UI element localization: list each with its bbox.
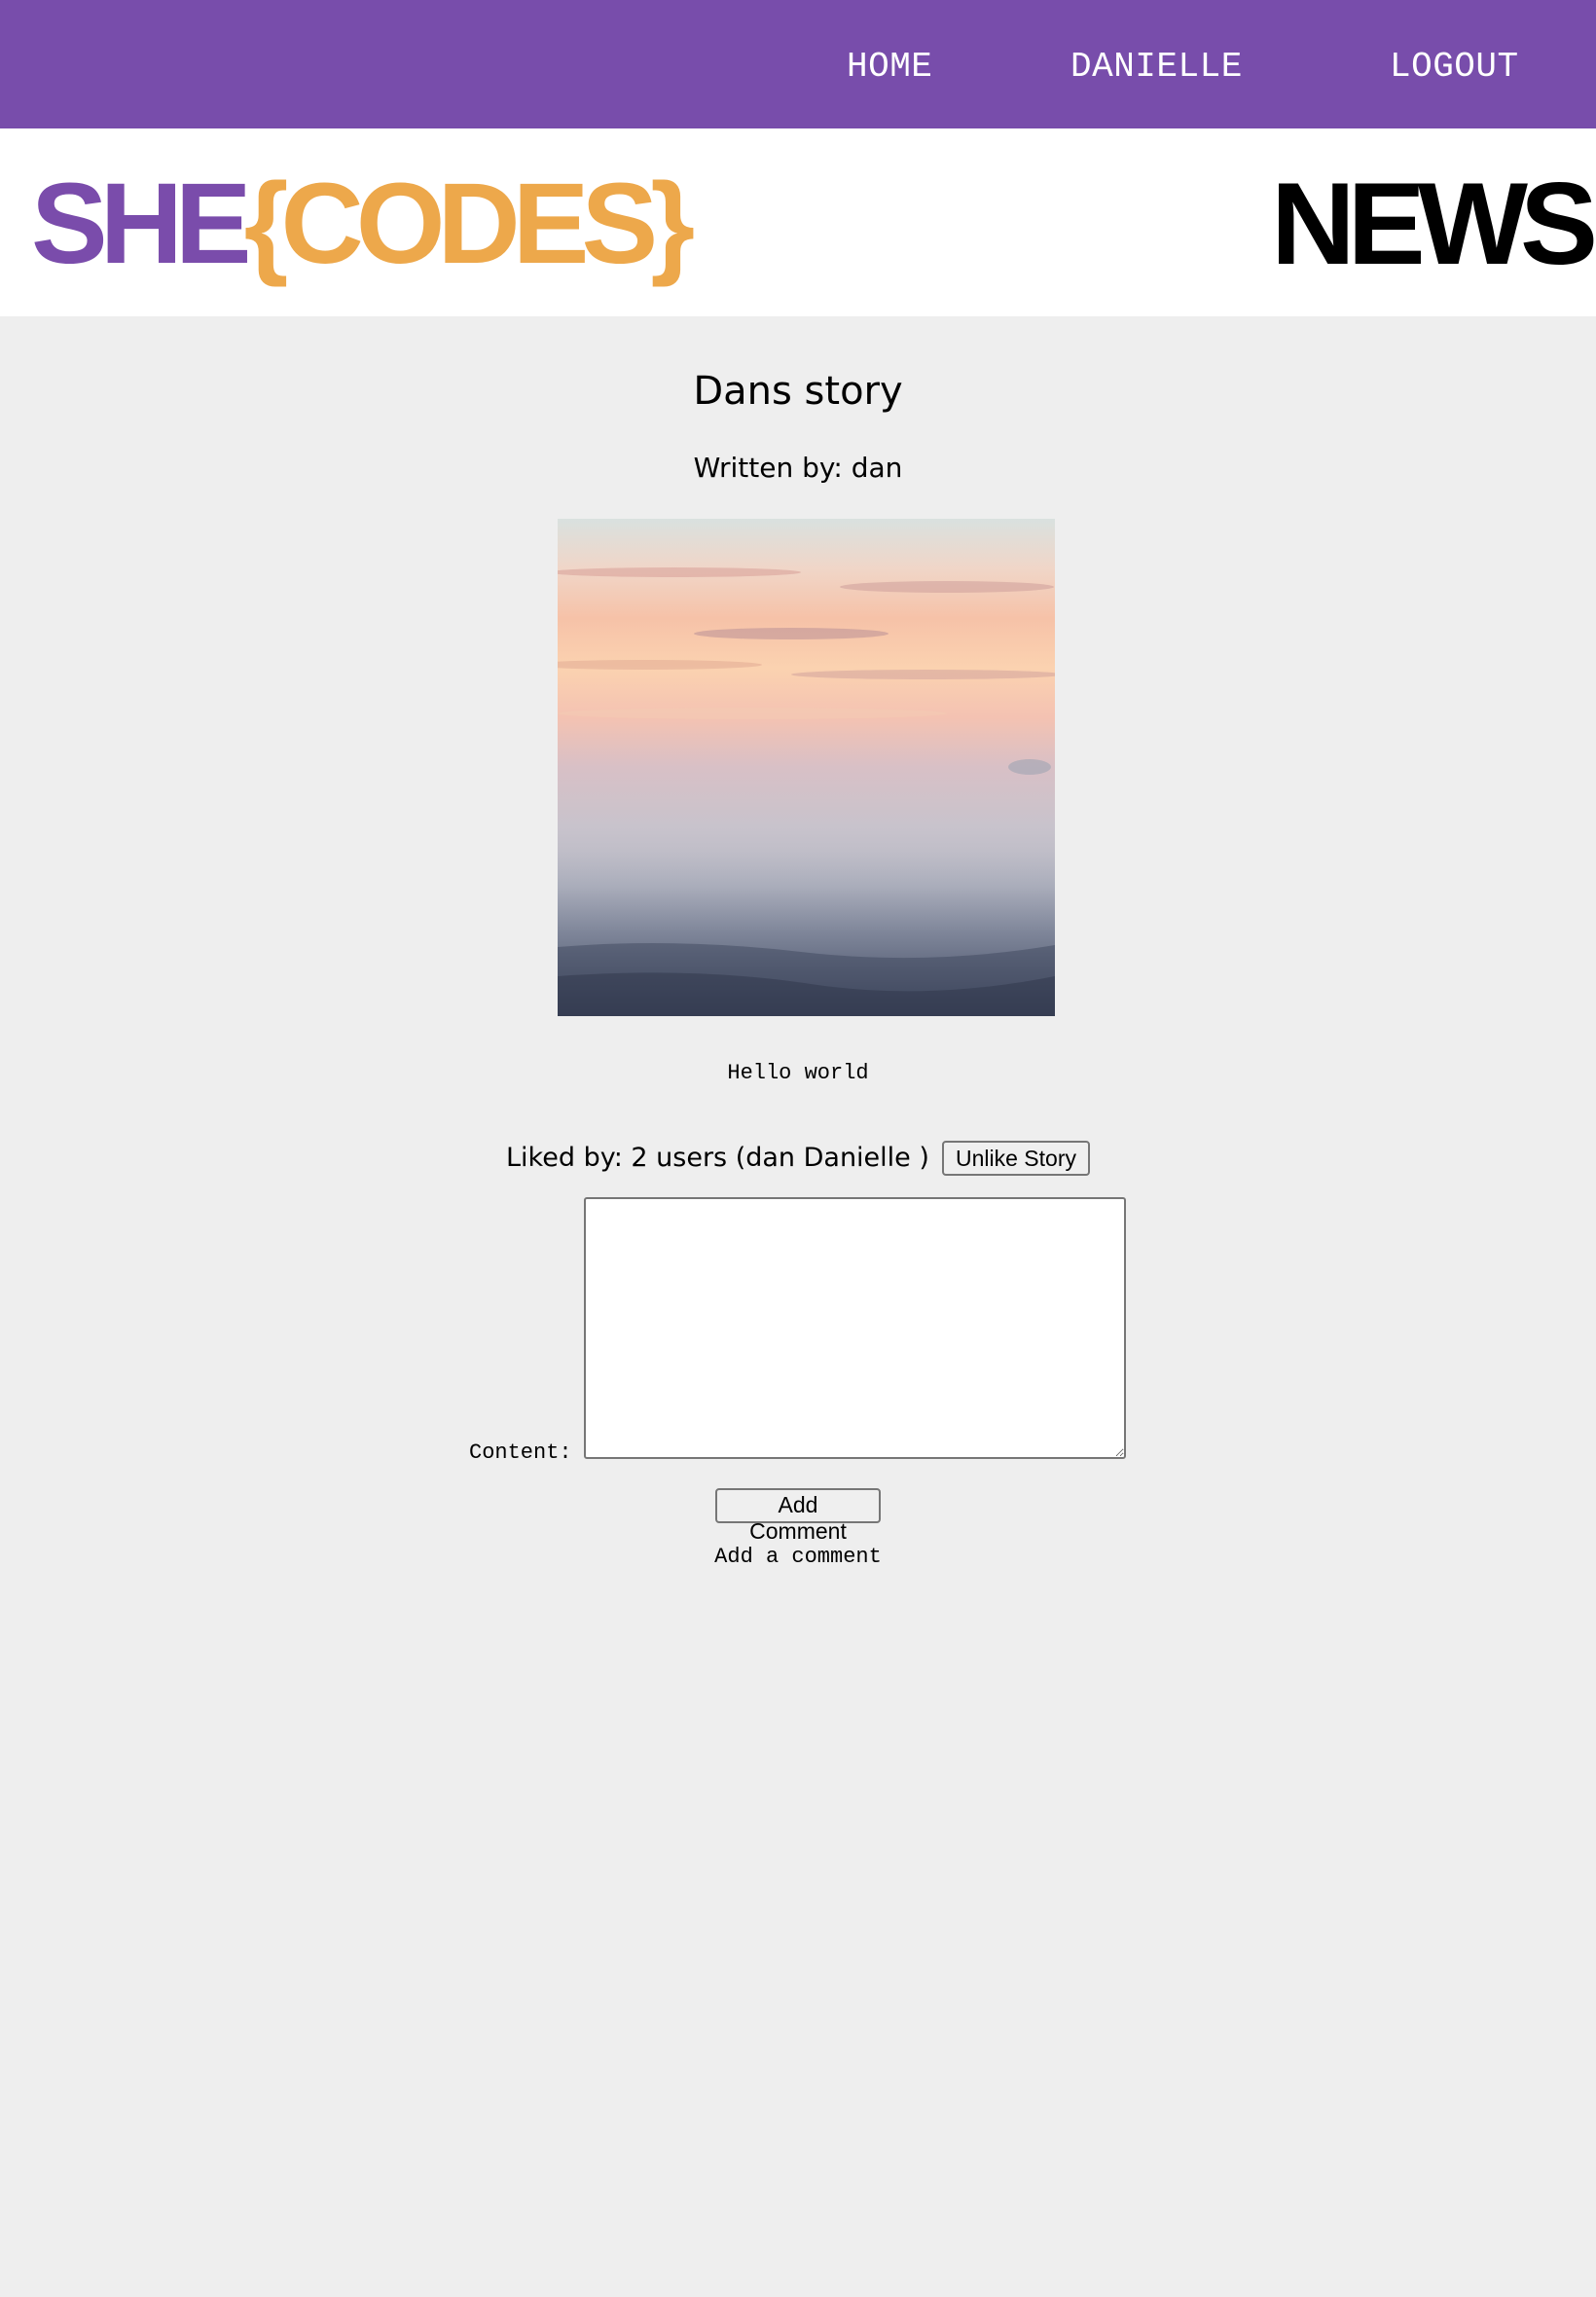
add-comment-button[interactable]: Add Comment — [715, 1488, 881, 1544]
add-comment-note: Add a comment — [714, 1545, 882, 1569]
news-heading: NEWS — [1271, 159, 1596, 289]
content-label: Content: — [469, 1440, 572, 1465]
likes-text: Liked by: 2 users (dan Danielle ) — [506, 1143, 929, 1173]
nav-home-link[interactable]: HOME — [847, 44, 932, 91]
shecodes-logo[interactable]: SHE{CODES} — [31, 156, 695, 292]
likes-row: Liked by: 2 users (dan Danielle ) Unlike… — [0, 1139, 1596, 1178]
nav-logout-link[interactable]: LOGOUT — [1390, 44, 1519, 91]
story-content: Hello world — [727, 1061, 869, 1085]
nav-user-link[interactable]: DANIELLE — [1070, 44, 1243, 91]
story-image — [558, 519, 1055, 1016]
story-title: Dans story — [693, 369, 903, 414]
top-navbar: HOME DANIELLE LOGOUT — [0, 0, 1596, 128]
comment-content-textarea[interactable] — [584, 1197, 1126, 1459]
logo-she-text: SHE — [31, 160, 252, 288]
unlike-story-button[interactable]: Unlike Story — [942, 1141, 1090, 1176]
logo-codes-text: {CODES} — [243, 160, 695, 288]
story-author: Written by: dan — [693, 452, 903, 484]
